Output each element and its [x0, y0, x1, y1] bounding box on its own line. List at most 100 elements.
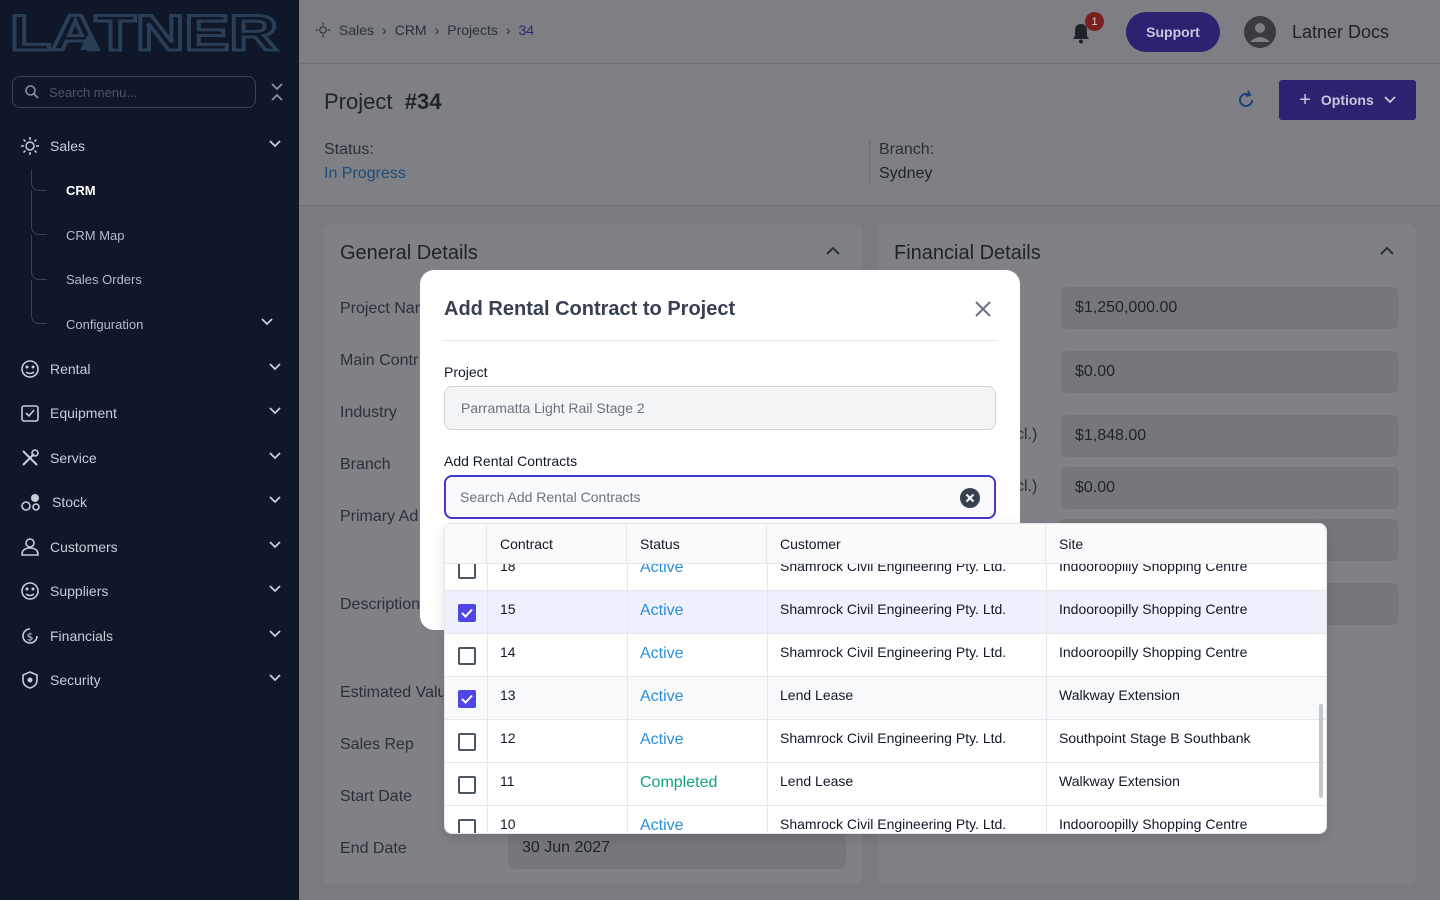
rental-contracts-label: Add Rental Contracts: [444, 453, 578, 469]
column-header-status[interactable]: Status: [640, 536, 680, 552]
row-checkbox[interactable]: [458, 776, 476, 794]
financial-value-field[interactable]: $1,250,000.00: [1061, 287, 1399, 329]
sidebar-subitem-label: CRM: [66, 183, 96, 199]
chevron-up-icon[interactable]: [826, 246, 840, 255]
sidebar-item-financials[interactable]: $ Financials: [0, 614, 299, 659]
chevron-right-icon: ›: [382, 22, 387, 38]
breadcrumb-sales[interactable]: Sales: [339, 22, 374, 38]
row-checkbox[interactable]: [458, 733, 476, 751]
breadcrumb-current: 34: [518, 22, 535, 38]
chevron-down-icon: [269, 407, 281, 415]
sidebar-item-service[interactable]: Service: [0, 436, 299, 481]
row-checkbox[interactable]: [458, 819, 476, 833]
user-name[interactable]: Latner Docs: [1292, 22, 1389, 43]
svg-text:LATNER: LATNER: [10, 10, 278, 54]
sidebar-item-stock[interactable]: Stock: [0, 480, 299, 525]
close-icon[interactable]: [974, 300, 992, 318]
table-row[interactable]: 18 Active Shamrock Civil Engineering Pty. …: [445, 564, 1326, 591]
avatar[interactable]: [1244, 16, 1276, 48]
row-checkbox[interactable]: [458, 647, 476, 665]
options-button[interactable]: + Options: [1279, 80, 1416, 120]
table-row[interactable]: 10 Active Shamrock Civil Engineering Pty. …: [445, 806, 1326, 833]
sidebar-item-customers[interactable]: Customers: [0, 525, 299, 570]
row-checkbox[interactable]: [458, 604, 476, 622]
sidebar-subitem-label: Sales Orders: [66, 272, 142, 288]
sidebar-subitem-sales-orders[interactable]: Sales Orders: [0, 257, 299, 303]
cell-status: Active: [640, 564, 684, 576]
sidebar: LATNER Search menu... Sales CRM CRM Map …: [0, 0, 299, 900]
svg-text:$: $: [27, 630, 34, 643]
support-button[interactable]: Support: [1126, 12, 1220, 52]
modal-title: Add Rental Contract to Project: [444, 298, 736, 320]
service-icon: [22, 448, 39, 466]
chevron-down-icon: [269, 451, 281, 459]
table-row[interactable]: 12 Active Shamrock Civil Engineering Pty. …: [445, 720, 1326, 763]
equipment-icon: [21, 405, 39, 423]
chevron-down-icon: [269, 540, 281, 548]
table-row[interactable]: 13 Active Lend Lease Walkway Extension: [445, 677, 1326, 720]
table-row[interactable]: 14 Active Shamrock Civil Engineering Pty. …: [445, 634, 1326, 677]
sidebar-item-equipment[interactable]: Equipment: [0, 391, 299, 436]
table-row[interactable]: 11 Completed Lend Lease Walkway Extension: [445, 763, 1326, 806]
page-title: Project #34: [324, 89, 441, 115]
sidebar-item-suppliers[interactable]: Suppliers: [0, 569, 299, 614]
sidebar-item-label: Sales: [50, 138, 86, 155]
row-checkbox[interactable]: [458, 690, 476, 708]
sidebar-subitem-configuration[interactable]: Configuration: [0, 302, 299, 347]
latner-logo[interactable]: LATNER: [10, 10, 280, 54]
modal-divider: [444, 340, 996, 341]
sidebar-item-security[interactable]: Security: [0, 658, 299, 703]
user-icon: [21, 537, 39, 556]
sidebar-item-label: Financials: [50, 627, 114, 644]
field-label-branch: Branch: [340, 456, 391, 473]
chevron-right-icon: ›: [505, 22, 511, 38]
chevron-right-icon: ›: [434, 22, 440, 38]
field-label-description: Description: [340, 596, 421, 613]
chevron-up-icon[interactable]: [1380, 246, 1394, 255]
cell-site: Walkway Extension: [1059, 773, 1180, 789]
branch-label: Branch:: [879, 141, 935, 158]
cell-status: Active: [640, 602, 684, 619]
project-number: #34: [404, 89, 442, 114]
scrollbar[interactable]: [1319, 704, 1323, 798]
rental-icon: [21, 359, 39, 378]
financial-value-field[interactable]: $1,848.00: [1061, 415, 1399, 457]
sidebar-subitem-crm[interactable]: CRM: [0, 168, 299, 214]
project-field-label: Project: [444, 364, 488, 380]
suppliers-icon: [21, 582, 39, 601]
cell-site: Walkway Extension: [1059, 687, 1180, 703]
financial-value-field[interactable]: $0.00: [1061, 467, 1399, 509]
chevron-down-icon: [269, 585, 281, 593]
sidebar-item-label: Customers: [50, 538, 118, 555]
cell-customer: Lend Lease: [780, 687, 854, 703]
sidebar-item-sales[interactable]: Sales: [0, 124, 299, 169]
row-checkbox[interactable]: [458, 564, 476, 579]
clear-icon[interactable]: [960, 488, 980, 508]
cell-site: Indooroopilly Shopping Centre: [1059, 564, 1248, 574]
refresh-icon[interactable]: [1236, 90, 1256, 110]
chevron-down-icon: [269, 629, 281, 637]
field-label-industry: Industry: [340, 404, 397, 421]
financial-value-field[interactable]: $0.00: [1061, 351, 1399, 393]
field-label-end-date: End Date: [340, 840, 407, 857]
branch-value: Sydney: [879, 165, 933, 182]
breadcrumb-crm[interactable]: CRM: [395, 22, 427, 38]
sidebar-item-label: Stock: [52, 494, 88, 511]
breadcrumb-projects[interactable]: Projects: [447, 22, 498, 38]
search-placeholder: Search Add Rental Contracts: [460, 489, 641, 505]
header-divider: [869, 140, 870, 184]
menu-search-input[interactable]: Search menu...: [12, 76, 256, 108]
collapse-menu-icon[interactable]: [268, 80, 286, 104]
sidebar-subitem-crm-map[interactable]: CRM Map: [0, 213, 299, 258]
table-row[interactable]: 15 Active Shamrock Civil Engineering Pty. …: [445, 591, 1326, 634]
column-header-site[interactable]: Site: [1059, 536, 1083, 552]
column-header-customer[interactable]: Customer: [780, 536, 841, 552]
sidebar-item-rental[interactable]: Rental: [0, 347, 299, 392]
column-header-contract[interactable]: Contract: [500, 536, 553, 552]
stock-icon: [21, 494, 40, 512]
rental-contracts-search-input[interactable]: Search Add Rental Contracts: [444, 475, 996, 519]
topbar: Sales › CRM › Projects › 34 1 Support La…: [299, 0, 1440, 64]
table-body: 18 Active Shamrock Civil Engineering Pty. …: [445, 564, 1326, 833]
field-label-main-contractor: Main Contr: [340, 352, 419, 369]
field-label-sales-rep: Sales Rep: [340, 736, 414, 753]
